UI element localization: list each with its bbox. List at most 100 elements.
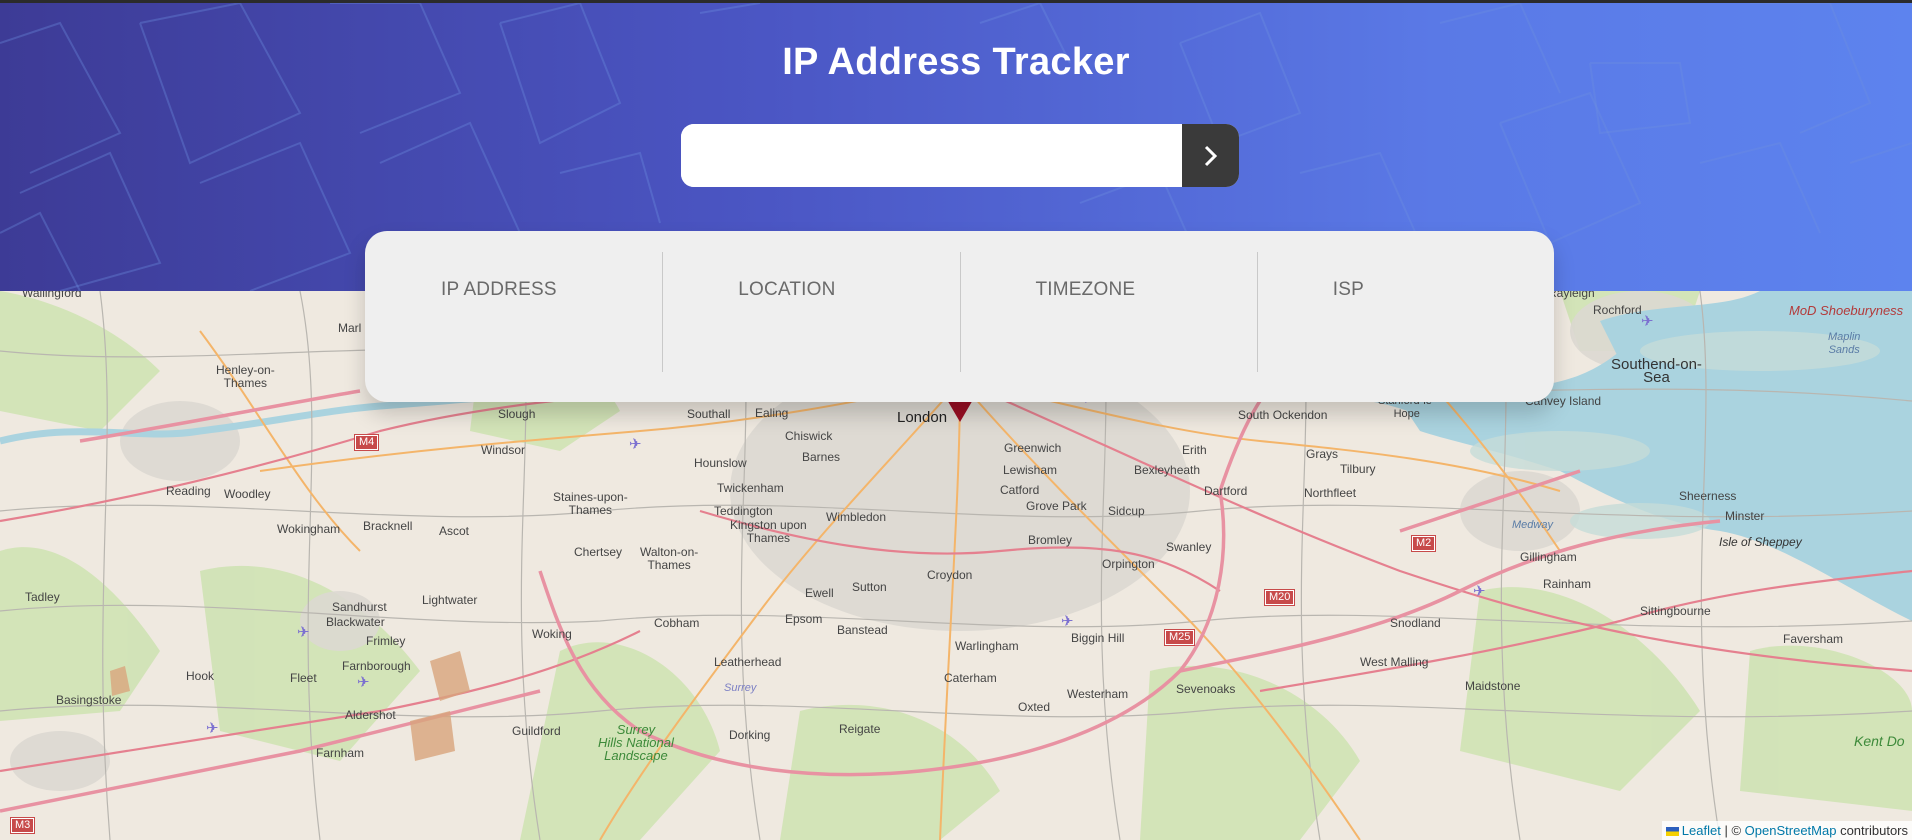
map-label: Walton-on- Thames <box>640 545 699 572</box>
map-label: Surrey Hills National Landscape <box>598 722 674 763</box>
map-label: Farnborough <box>342 659 411 673</box>
map-label: Croydon <box>927 568 973 582</box>
road-shield: M20 <box>1263 589 1296 606</box>
map-label: Rochford <box>1593 303 1642 317</box>
openstreetmap-link[interactable]: OpenStreetMap <box>1745 823 1837 838</box>
road-shield: M4 <box>353 434 380 451</box>
map-label: Bromley <box>1028 533 1073 547</box>
road-shield: M2 <box>1410 535 1437 552</box>
map-attribution: Leaflet | © OpenStreetMap contributors <box>1661 821 1912 840</box>
search-submit-button[interactable] <box>1182 124 1239 187</box>
map-label: Sandhurst <box>332 600 387 614</box>
map-label: Northfleet <box>1304 486 1357 500</box>
airport-icon: ✈ <box>1473 583 1486 600</box>
map-label: Catford <box>1000 483 1040 497</box>
map-label: Swanley <box>1166 540 1212 554</box>
map-label: Medway <box>1512 519 1553 531</box>
road-shield: M25 <box>1163 629 1196 646</box>
map-label: Kent Do <box>1854 733 1905 749</box>
divider <box>959 252 961 372</box>
airport-icon: ✈ <box>629 436 642 453</box>
ip-info-card: IP ADDRESS LOCATION TIMEZONE ISP <box>365 231 1554 402</box>
map-label: Gillingham <box>1520 550 1577 564</box>
map-label: Bracknell <box>363 519 413 533</box>
map-label: Staines-upon- Thames <box>553 490 628 517</box>
chevron-right-icon <box>1204 145 1217 166</box>
map-label: Kingston upon Thames <box>730 518 807 545</box>
info-isp: ISP <box>1256 231 1554 402</box>
map-label: Maplin Sands <box>1828 331 1861 356</box>
map-label: Surrey <box>724 682 757 694</box>
map-label: Cobham <box>654 616 700 630</box>
map-label: Chertsey <box>574 545 623 559</box>
map-label: Woking <box>532 627 572 641</box>
map-label: Greenwich <box>1004 441 1062 455</box>
map-label: Oxted <box>1018 700 1051 714</box>
map-label: Dartford <box>1204 484 1248 498</box>
map-label: Sheerness <box>1679 489 1737 503</box>
airport-icon: ✈ <box>357 674 370 691</box>
airport-icon: ✈ <box>206 720 219 737</box>
info-ip-address: IP ADDRESS <box>365 231 662 402</box>
map-label: Snodland <box>1390 616 1441 630</box>
map-label: Tilbury <box>1340 462 1376 476</box>
map-label: Wimbledon <box>826 510 887 524</box>
search-bar <box>681 124 1239 187</box>
map-label: Slough <box>498 407 536 421</box>
map-label: Teddington <box>714 504 773 518</box>
map-label: Warlingham <box>955 639 1019 653</box>
divider <box>662 252 664 372</box>
map-label: Ewell <box>805 586 834 600</box>
map-label: Ascot <box>439 524 470 538</box>
map-label: Erith <box>1182 443 1207 457</box>
map-label: Grays <box>1306 447 1339 461</box>
map-label: Minster <box>1725 509 1765 523</box>
map-label: Sidcup <box>1108 504 1145 518</box>
map-label: Blackwater <box>326 615 385 629</box>
info-label: IP ADDRESS <box>441 279 557 300</box>
map-label: Wokingham <box>277 522 341 536</box>
map-label: Sittingbourne <box>1640 604 1711 618</box>
map-label: Tadley <box>25 590 60 604</box>
map-label: Banstead <box>837 623 888 637</box>
map-label: Barnes <box>802 450 841 464</box>
map-label: Sevenoaks <box>1176 682 1236 696</box>
airport-icon: ✈ <box>1061 613 1074 630</box>
map-label: Guildford <box>512 724 561 738</box>
map-label: Rayleigh <box>1548 291 1595 300</box>
map-label: Westerham <box>1067 687 1129 701</box>
info-label: ISP <box>1332 279 1364 300</box>
map-label: Fleet <box>290 671 317 685</box>
map-label: Bexleyheath <box>1134 463 1201 477</box>
road-shield: M3 <box>9 817 36 834</box>
map-label: Twickenham <box>717 481 784 495</box>
map-label: South Ockendon <box>1238 408 1328 422</box>
map-label: MoD Shoeburyness <box>1789 303 1904 318</box>
map-label: Dorking <box>729 728 771 742</box>
ip-search-input[interactable] <box>681 124 1182 187</box>
map-label: Grove Park <box>1026 499 1087 513</box>
leaflet-link[interactable]: Leaflet <box>1682 823 1721 838</box>
map-label: Biggin Hill <box>1071 631 1125 645</box>
map-label: Rainham <box>1543 577 1592 591</box>
map-label: Southend-on- Sea <box>1611 356 1702 386</box>
map-label: Maidstone <box>1465 679 1521 693</box>
map-label: Ealing <box>755 406 789 420</box>
page: IP Address Tracker IP ADDRESS LOCATION T… <box>0 3 1912 840</box>
map-label: Chiswick <box>785 429 833 443</box>
map-label: Marl <box>338 321 362 335</box>
ukraine-flag-icon <box>1665 827 1679 836</box>
map-label: Lewisham <box>1003 463 1058 477</box>
map-label: Orpington <box>1102 557 1155 571</box>
info-label: TIMEZONE <box>1035 279 1136 300</box>
map-label: West Malling <box>1360 655 1429 669</box>
map-label: Isle of Sheppey <box>1719 535 1802 549</box>
attribution-suffix: contributors <box>1840 823 1908 838</box>
airport-icon: ✈ <box>297 624 310 641</box>
map-label: London <box>897 409 948 426</box>
page-title: IP Address Tracker <box>782 41 1130 83</box>
map-label: Hounslow <box>694 456 747 470</box>
map-label: Reigate <box>839 722 881 736</box>
map-label: Caterham <box>944 671 997 685</box>
map-label: Windsor <box>481 443 526 457</box>
